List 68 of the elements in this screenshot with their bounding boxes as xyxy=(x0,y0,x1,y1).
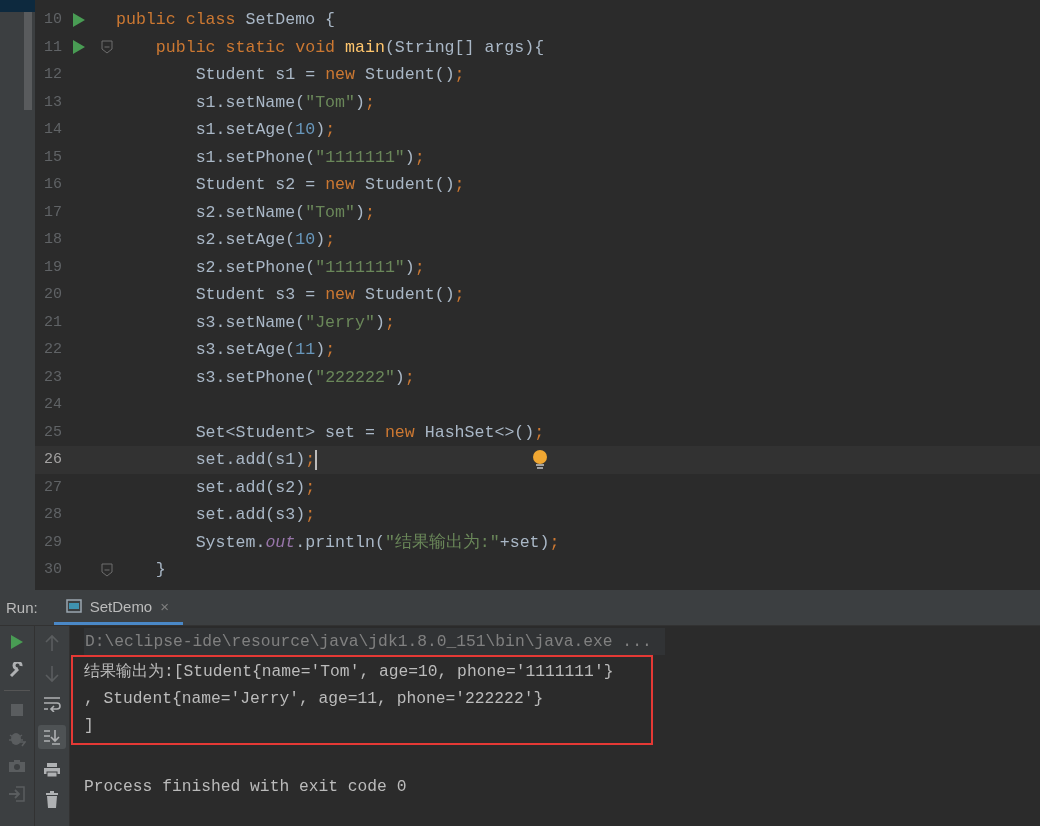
camera-icon[interactable] xyxy=(8,759,26,773)
line-number: 11 xyxy=(43,38,62,56)
code-line: s1.setAge(10); xyxy=(194,120,336,140)
code-line: Student s2 = new Student(); xyxy=(194,175,465,195)
run-icon[interactable] xyxy=(10,634,24,650)
console-command: D:\eclipse-ide\resource\java\jdk1.8.0_151\bin\java.exe ... xyxy=(85,632,652,651)
console-output-line: 结果输出为:[Student{name='Tom', age=10, phone='1111111'} xyxy=(84,661,615,683)
wrench-icon[interactable] xyxy=(9,662,25,678)
code-line: set.add(s2); xyxy=(194,477,316,497)
console-output-line: , Student{name='Jerry', age=11, phone='222222'} xyxy=(84,688,545,710)
code-line: s3.setPhone("222222"); xyxy=(194,367,415,387)
line-number: 18 xyxy=(43,231,62,249)
line-number: 23 xyxy=(43,368,62,386)
run-icon[interactable] xyxy=(73,40,85,55)
line-number: 29 xyxy=(43,533,62,551)
console-exit-message: Process finished with exit code 0 xyxy=(84,776,408,798)
line-number: 17 xyxy=(43,203,62,221)
code-line: public static void main(String[] args){ xyxy=(154,37,545,57)
line-number: 12 xyxy=(43,66,62,84)
code-line: Student s1 = new Student(); xyxy=(194,65,465,85)
line-number: 20 xyxy=(43,286,62,304)
line-number: 24 xyxy=(43,396,62,414)
line-number: 25 xyxy=(43,423,62,441)
code-line: s1.setPhone("1111111"); xyxy=(194,147,425,167)
print-icon[interactable] xyxy=(43,762,61,778)
line-number: 15 xyxy=(43,148,62,166)
line-number: 19 xyxy=(43,258,62,276)
line-number: 14 xyxy=(43,121,62,139)
code-line: Student s3 = new Student(); xyxy=(194,285,465,305)
selected-item-highlight xyxy=(0,0,35,12)
code-line: Set<Student> set = new HashSet<>(); xyxy=(194,422,545,442)
line-number: 26 xyxy=(43,451,62,469)
line-number: 13 xyxy=(43,93,62,111)
up-arrow-icon[interactable] xyxy=(45,634,59,652)
scroll-to-end-icon xyxy=(43,729,61,745)
line-number: 22 xyxy=(43,341,62,359)
line-number: 30 xyxy=(43,561,62,579)
soft-wrap-icon[interactable] xyxy=(43,696,61,712)
scrollbar[interactable] xyxy=(24,12,32,110)
line-number: 10 xyxy=(43,11,62,29)
line-number: 16 xyxy=(43,176,62,194)
console-output-line: ] xyxy=(84,715,95,737)
code-line: public class SetDemo { xyxy=(116,10,336,30)
code-line: System.out.println("结果输出为:"+set); xyxy=(194,531,560,554)
login-icon[interactable] xyxy=(8,785,26,803)
line-number: 21 xyxy=(43,313,62,331)
code-line: s3.setName("Jerry"); xyxy=(194,312,395,332)
down-arrow-icon[interactable] xyxy=(45,665,59,683)
code-line: set.add(s3); xyxy=(194,505,316,525)
code-line: set.add(s1); xyxy=(194,449,318,470)
scroll-to-end-button[interactable] xyxy=(38,725,66,749)
run-icon[interactable] xyxy=(73,12,85,27)
line-number: 28 xyxy=(43,506,62,524)
run-label: Run: xyxy=(6,599,38,616)
stop-icon[interactable] xyxy=(10,703,24,717)
code-line: s2.setPhone("1111111"); xyxy=(194,257,425,277)
fold-marker-icon[interactable] xyxy=(100,562,113,577)
code-line: s3.setAge(11); xyxy=(194,340,336,360)
code-line: s2.setName("Tom"); xyxy=(194,202,375,222)
console-window-icon xyxy=(65,599,82,613)
code-line: s2.setAge(10); xyxy=(194,230,336,250)
lightbulb-icon[interactable] xyxy=(532,450,548,470)
fold-marker-icon[interactable] xyxy=(100,40,113,55)
trash-icon[interactable] xyxy=(45,791,59,809)
code-line: s1.setName("Tom"); xyxy=(194,92,375,112)
line-number: 27 xyxy=(43,478,62,496)
code-line: } xyxy=(154,560,166,580)
run-tab[interactable]: SetDemo × xyxy=(53,590,183,625)
